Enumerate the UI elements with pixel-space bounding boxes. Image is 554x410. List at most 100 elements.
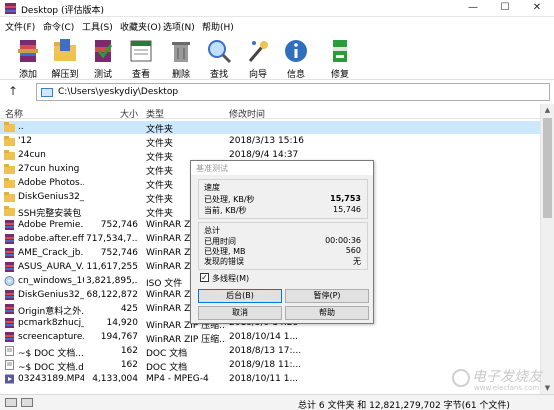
folder-icon xyxy=(4,136,15,146)
file-list-header: 名称 大小 类型 修改时间 xyxy=(0,104,554,120)
menu-tools[interactable]: 工具(S) xyxy=(82,20,113,33)
vertical-scrollbar[interactable]: ▲ ▼ xyxy=(540,104,554,394)
file-name: Adobe Photos... xyxy=(18,178,84,188)
dialog-title: 基准测试 xyxy=(196,164,228,173)
multithread-checkbox[interactable]: ✓ xyxy=(200,273,209,282)
column-name[interactable]: 名称 xyxy=(5,107,23,120)
cancel-button[interactable]: 取消 xyxy=(198,306,282,320)
file-name: SSH完整安装包 xyxy=(18,209,82,219)
find-icon xyxy=(208,40,232,64)
info-label: 信息 xyxy=(286,70,305,80)
menu-help[interactable]: 帮助(H) xyxy=(202,20,234,33)
winrar-archive-icon xyxy=(5,234,14,244)
column-modified[interactable]: 修改时间 xyxy=(229,107,265,120)
maximize-button[interactable]: ☐ xyxy=(490,0,520,17)
file-modified: 2018/3/13 15:16 xyxy=(229,136,304,146)
file-size: 752,746 xyxy=(100,220,138,230)
watermark-line2: www.elecfans.com xyxy=(474,384,540,392)
file-row[interactable]: screencapture... 194,767 WinRAR ZIP 压缩... 2… xyxy=(0,331,540,345)
doc-file-icon xyxy=(5,360,14,370)
file-modified: 2018/9/4 14:37 xyxy=(229,150,299,160)
file-type: WinRAR ZIP 压缩... xyxy=(146,335,226,345)
dialog-title-bar: 基准测试 xyxy=(191,161,373,175)
status-text: 总计 6 文件夹 和 12,821,279,702 字节(61 个文件) xyxy=(298,401,510,410)
help-button[interactable]: 帮助 xyxy=(285,306,369,320)
winrar-archive-icon xyxy=(5,220,14,230)
address-field[interactable]: C:\Users\yeskydiy\Desktop xyxy=(36,83,550,101)
menu-file[interactable]: 文件(F) xyxy=(5,20,35,33)
minimize-button[interactable]: — xyxy=(458,0,488,17)
repair-label: 修复 xyxy=(330,70,349,80)
current-rate-value: 15,746 xyxy=(333,205,361,214)
test-button[interactable]: 测试 xyxy=(85,36,121,80)
title-bar: Desktop (评估版本) — ☐ ✕ xyxy=(0,0,554,17)
file-name: cn_windows_10... xyxy=(18,276,84,286)
video-file-icon xyxy=(5,374,14,384)
view-label: 查看 xyxy=(131,70,150,80)
watermark-line1: 电子发烧友 xyxy=(472,369,542,385)
errors-value: 无 xyxy=(353,257,361,266)
file-name: 24cun xyxy=(18,150,46,160)
folder-icon xyxy=(4,206,15,216)
delete-icon xyxy=(172,42,190,62)
info-button[interactable]: 信息 xyxy=(278,36,314,80)
delete-button[interactable]: 删除 xyxy=(163,36,199,80)
file-size: 68,122,872 xyxy=(86,290,138,300)
menu-bar: 文件(F) 命令(C) 工具(S) 收藏夹(O) 选项(N) 帮助(H) xyxy=(0,18,554,34)
wizard-icon xyxy=(248,41,268,62)
file-row[interactable]: '12 文件夹 2018/3/13 15:16 xyxy=(0,135,540,149)
pause-button[interactable]: 暂停(P) xyxy=(285,289,369,303)
find-button[interactable]: 查找 xyxy=(201,36,237,80)
view-button[interactable]: 查看 xyxy=(123,36,159,80)
background-button[interactable]: 后台(B) xyxy=(198,289,282,303)
folder-icon xyxy=(4,192,15,202)
speed-group: 速度 已处理, KB/秒 15,753 当前, KB/秒 15,746 xyxy=(198,179,368,219)
benchmark-dialog: 基准测试 速度 已处理, KB/秒 15,753 当前, KB/秒 15,746… xyxy=(190,160,374,324)
menu-options[interactable]: 选项(N) xyxy=(163,20,195,33)
file-name: Origin意料之外... xyxy=(18,307,84,317)
file-type: DOC 文档 xyxy=(146,349,188,359)
test-label: 测试 xyxy=(93,70,112,80)
file-modified: 2018/10/11 1... xyxy=(229,374,299,384)
toolbar: 添加 解压到 测试 查看 删除 查找 向导 信息 修复 xyxy=(0,34,554,80)
folder-icon xyxy=(4,164,15,174)
multithread-label[interactable]: 多线程(M) xyxy=(212,273,249,284)
scroll-thumb[interactable] xyxy=(543,118,552,218)
file-name: 03243189.MP4 xyxy=(18,374,84,384)
repair-button[interactable]: 修复 xyxy=(322,36,358,80)
close-button[interactable]: ✕ xyxy=(522,0,552,17)
view-icon xyxy=(130,40,152,62)
file-row[interactable]: .. 文件夹 xyxy=(0,121,540,135)
wizard-button[interactable]: 向导 xyxy=(240,36,276,80)
column-type[interactable]: 类型 xyxy=(146,107,164,120)
file-name: DiskGenius32_... xyxy=(18,290,84,300)
processed-mb-value: 560 xyxy=(345,246,361,255)
winrar-archive-icon xyxy=(5,332,14,342)
winrar-archive-icon xyxy=(5,290,14,300)
file-size: 14,920 xyxy=(106,318,139,328)
winrar-archive-icon xyxy=(5,248,14,258)
extract-to-button[interactable]: 解压到 xyxy=(47,36,83,80)
doc-file-icon xyxy=(5,346,14,356)
file-name: adobe.after.eff... xyxy=(18,234,84,244)
menu-command[interactable]: 命令(C) xyxy=(43,20,74,33)
add-button[interactable]: 添加 xyxy=(10,36,46,80)
file-name: Adobe Premie... xyxy=(18,220,84,230)
find-label: 查找 xyxy=(209,70,228,80)
winrar-archive-icon xyxy=(5,318,14,328)
iso-file-icon xyxy=(4,276,15,286)
total-header: 总计 xyxy=(204,226,220,235)
repair-icon xyxy=(333,40,347,62)
network-status-icon xyxy=(21,398,33,407)
status-bar: 总计 6 文件夹 和 12,821,279,702 字节(61 个文件) xyxy=(0,394,554,410)
folder-icon xyxy=(4,150,15,160)
file-row[interactable]: ~$ DOC 文档... 162 DOC 文档 2018/8/13 17:... xyxy=(0,345,540,359)
up-folder-button[interactable]: ↑ xyxy=(8,84,18,98)
menu-favorites[interactable]: 收藏夹(O) xyxy=(120,20,161,33)
scroll-up-arrow-icon[interactable]: ▲ xyxy=(541,104,554,116)
add-label: 添加 xyxy=(18,70,37,80)
file-size: 425 xyxy=(120,304,138,314)
info-icon xyxy=(285,40,307,62)
column-size[interactable]: 大小 xyxy=(120,107,138,120)
processed-rate-label: 已处理, KB/秒 xyxy=(204,195,255,204)
